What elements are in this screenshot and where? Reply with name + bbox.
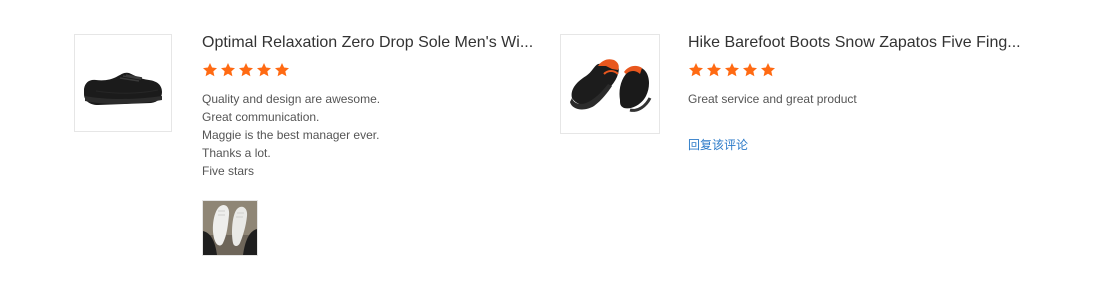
star-icon	[257, 63, 271, 77]
product-title[interactable]: Hike Barefoot Boots Snow Zapatos Five Fi…	[688, 34, 1038, 52]
review-text: Great service and great product	[688, 90, 1038, 108]
reply-link[interactable]: 回复该评论	[688, 136, 748, 153]
review-content: Optimal Relaxation Zero Drop Sole Men's …	[202, 34, 552, 256]
feet-photo-image	[203, 201, 257, 255]
star-icon	[203, 63, 217, 77]
review-text: Quality and design are awesome. Great co…	[202, 90, 552, 180]
product-title[interactable]: Optimal Relaxation Zero Drop Sole Men's …	[202, 34, 552, 52]
review-line: Maggie is the best manager ever.	[202, 128, 380, 142]
review-photo[interactable]	[202, 200, 258, 256]
star-icon	[725, 63, 739, 77]
star-rating	[688, 62, 1038, 82]
black-sneaker-image	[84, 72, 162, 105]
product-thumbnail[interactable]	[560, 34, 660, 134]
star-icon	[689, 63, 703, 77]
review-line: Quality and design are awesome.	[202, 92, 381, 106]
star-icon	[743, 63, 757, 77]
star-icon	[761, 63, 775, 77]
review-content: Hike Barefoot Boots Snow Zapatos Five Fi…	[688, 34, 1038, 154]
review-line: Thanks a lot.	[202, 146, 271, 160]
star-icon	[275, 63, 289, 77]
barefoot-boot-image	[570, 59, 652, 112]
review-line: Five stars	[202, 164, 255, 178]
product-thumbnail[interactable]	[74, 34, 172, 132]
star-rating	[202, 62, 552, 82]
star-icon	[707, 63, 721, 77]
review-line: Great communication.	[202, 110, 320, 124]
star-icon	[239, 63, 253, 77]
review-line: Great service and great product	[688, 92, 857, 106]
star-icon	[221, 63, 235, 77]
